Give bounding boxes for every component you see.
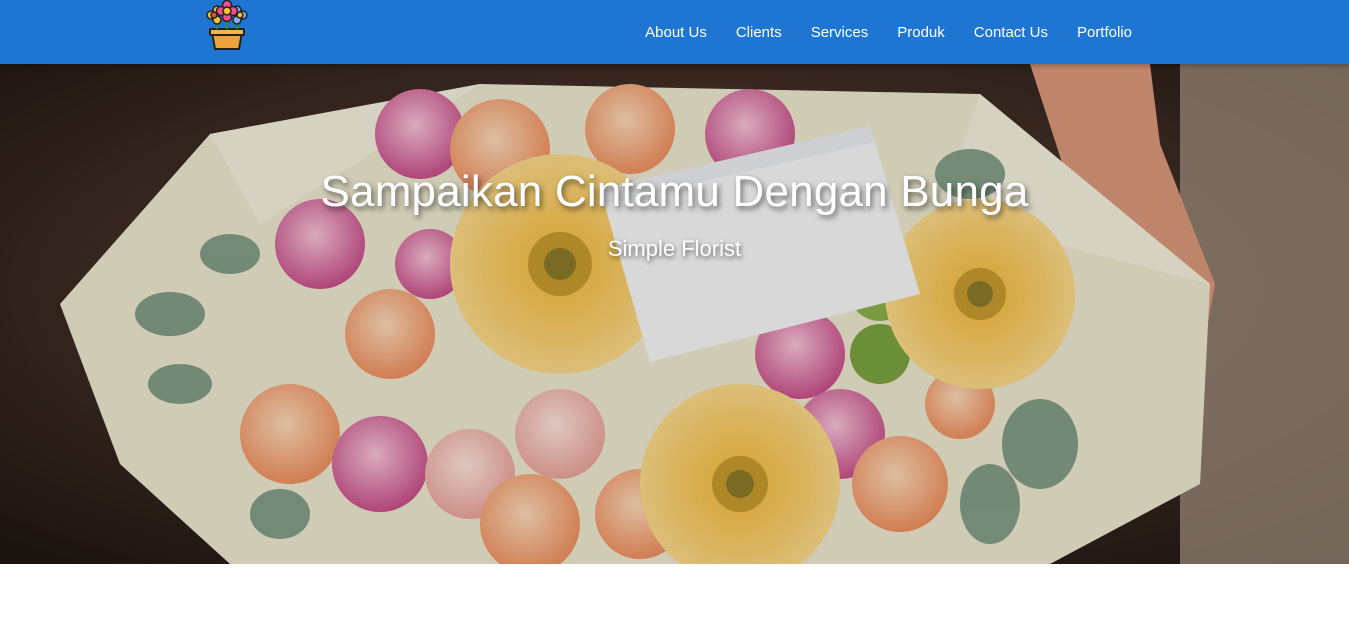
nav-about-us-link[interactable]: About Us <box>645 24 707 41</box>
nav-contact-us-link[interactable]: Contact Us <box>974 24 1048 41</box>
nav-portfolio-link[interactable]: Portfolio <box>1077 24 1132 41</box>
navbar: About Us Clients Services Produk Contact… <box>0 0 1349 64</box>
hero-title: Sampaikan Cintamu Dengan Bunga <box>320 167 1029 216</box>
content-section <box>0 564 1349 623</box>
flower-pot-logo-icon[interactable] <box>200 0 254 52</box>
hero-section: Sampaikan Cintamu Dengan Bunga Simple Fl… <box>0 64 1349 564</box>
nav-produk-link[interactable]: Produk <box>897 24 945 41</box>
hero-subtitle: Simple Florist <box>607 236 742 261</box>
nav-clients-link[interactable]: Clients <box>736 24 782 41</box>
nav-services-link[interactable]: Services <box>811 24 869 41</box>
main-nav: About Us Clients Services Produk Contact… <box>616 0 1132 64</box>
hero-bouquet-image <box>0 64 1349 564</box>
